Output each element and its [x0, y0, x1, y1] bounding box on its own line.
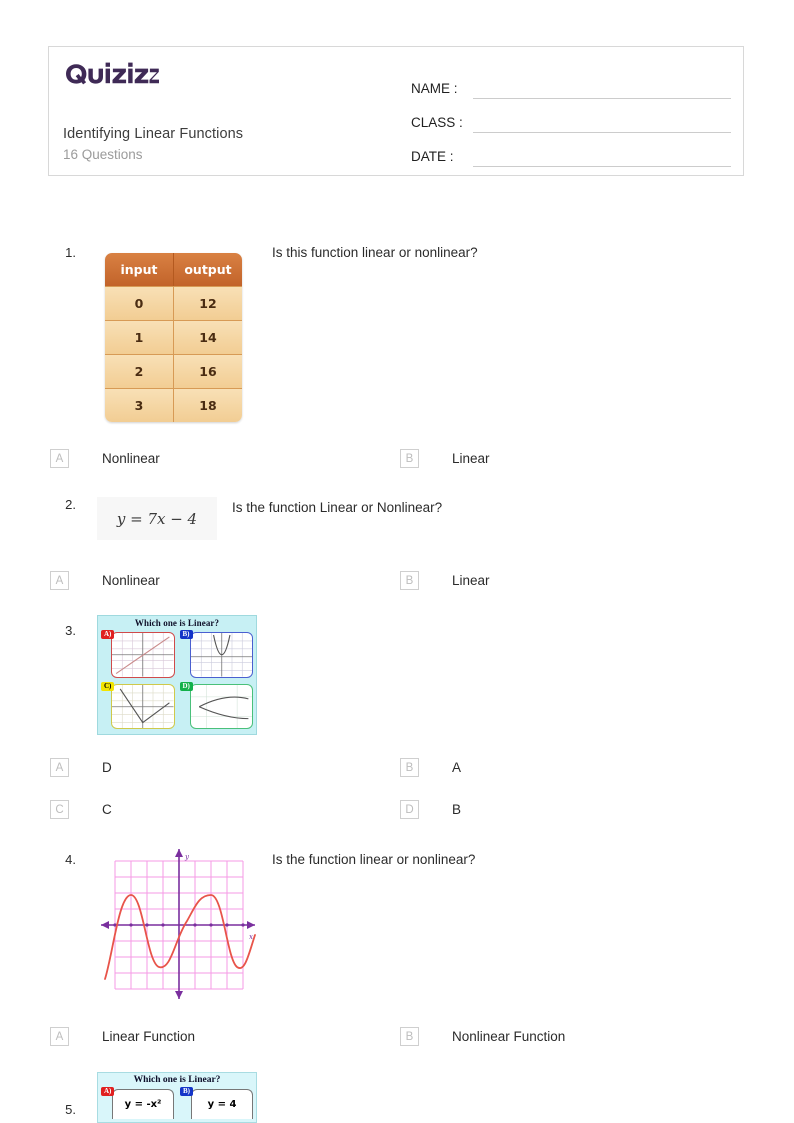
cell-input: 0: [105, 286, 174, 320]
diagonal-line-graph-icon: [111, 632, 175, 678]
equation-option-b: B) y = 4: [178, 1086, 255, 1119]
option-c[interactable]: C C: [50, 800, 112, 819]
option-badge-a: A): [101, 630, 115, 639]
graph-option-b: B): [177, 629, 255, 680]
option-letter: B: [400, 571, 419, 590]
table-row: 1 14: [105, 320, 242, 354]
graph-grid: A) B) C) D): [98, 628, 256, 732]
question-number: 1.: [65, 245, 76, 260]
option-letter: B: [400, 449, 419, 468]
table-header-row: input output: [105, 253, 242, 286]
image-title: Which one is Linear?: [134, 618, 220, 628]
equation-text-b: y = 4: [191, 1089, 253, 1119]
question-number: 4.: [65, 852, 76, 867]
option-label: B: [452, 802, 462, 817]
date-label: DATE :: [411, 149, 454, 164]
class-field-row: CLASS :: [411, 99, 731, 133]
option-letter: B: [400, 1027, 419, 1046]
image-title: Which one is Linear?: [133, 1075, 221, 1085]
cell-output: 18: [174, 388, 242, 422]
which-one-is-linear-equations-image: Which one is Linear? A) y = -x² B) y = 4: [97, 1072, 257, 1123]
question-number: 3.: [65, 623, 76, 638]
which-one-is-linear-graph-image: Which one is Linear? A) B) C) D): [97, 615, 257, 735]
option-letter: A: [50, 449, 69, 468]
v-shape-graph-icon: [111, 683, 175, 729]
cell-input: 3: [105, 388, 174, 422]
name-input[interactable]: [473, 76, 731, 99]
table-row: 2 16: [105, 354, 242, 388]
date-field-row: DATE :: [411, 133, 731, 167]
option-badge-b: B): [179, 630, 193, 639]
cell-input: 2: [105, 354, 174, 388]
option-b[interactable]: B Linear: [400, 571, 490, 590]
parabola-up-graph-icon: [189, 632, 253, 678]
date-input[interactable]: [473, 144, 731, 167]
student-info-fields: NAME : CLASS : DATE :: [411, 65, 731, 167]
option-label: Nonlinear Function: [452, 1029, 566, 1044]
option-d[interactable]: D B: [400, 800, 461, 819]
page-title: Identifying Linear Functions: [63, 126, 244, 142]
graph-option-a: A): [99, 629, 177, 680]
y-axis-label: y: [184, 853, 190, 861]
formula-image: y = 7x − 4: [97, 497, 217, 540]
option-a[interactable]: A Linear Function: [50, 1027, 195, 1046]
equation-text-a: y = -x²: [112, 1089, 174, 1119]
option-a[interactable]: A Nonlinear: [50, 449, 160, 468]
quizizz-logo: [63, 61, 159, 87]
input-output-table: input output 0 12 1 14 2 16 3 18: [105, 253, 242, 422]
option-letter: A: [50, 758, 69, 777]
equation-row: A) y = -x² B) y = 4: [98, 1085, 256, 1119]
cell-input: 1: [105, 320, 174, 354]
option-b[interactable]: B Linear: [400, 449, 490, 468]
column-header-output: output: [174, 253, 242, 286]
formula-text: y = 7x − 4: [116, 509, 198, 528]
class-input[interactable]: [473, 110, 731, 133]
x-axis-label: x: [249, 933, 253, 941]
option-label: Linear: [452, 451, 490, 466]
option-b[interactable]: B Nonlinear Function: [400, 1027, 565, 1046]
option-label: Nonlinear: [102, 573, 160, 588]
option-letter: B: [400, 758, 419, 777]
option-badge-a: A): [101, 1087, 115, 1096]
option-badge-c: C): [101, 681, 115, 691]
cell-output: 16: [174, 354, 242, 388]
sideways-parabola-graph-icon: [189, 683, 253, 729]
option-letter: A: [50, 571, 69, 590]
equation-option-a: A) y = -x²: [99, 1086, 176, 1119]
option-label: C: [102, 802, 112, 817]
class-label: CLASS :: [411, 115, 463, 130]
question-number: 2.: [65, 497, 76, 512]
option-letter: D: [400, 800, 419, 819]
option-label: Nonlinear: [102, 451, 160, 466]
option-label: A: [452, 760, 462, 775]
option-letter: C: [50, 800, 69, 819]
question-number: 5.: [65, 1102, 76, 1117]
option-label: Linear Function: [102, 1029, 196, 1044]
table-row: 3 18: [105, 388, 242, 422]
option-a[interactable]: A Nonlinear: [50, 571, 160, 590]
question-count: 16 Questions: [63, 147, 143, 162]
table-row: 0 12: [105, 286, 242, 320]
option-badge-d: D): [179, 681, 193, 691]
cell-output: 14: [174, 320, 242, 354]
option-b[interactable]: B A: [400, 758, 461, 777]
column-header-input: input: [105, 253, 174, 286]
sine-wave-graph-image: y x: [93, 843, 263, 1003]
option-badge-b: B): [180, 1087, 193, 1096]
option-label: D: [102, 760, 112, 775]
name-label: NAME :: [411, 81, 458, 96]
option-label: Linear: [452, 573, 490, 588]
worksheet-page: Identifying Linear Functions 16 Question…: [0, 0, 794, 1123]
cell-output: 12: [174, 286, 242, 320]
name-field-row: NAME :: [411, 65, 731, 99]
option-letter: A: [50, 1027, 69, 1046]
question-text: Is the function linear or nonlinear?: [272, 852, 476, 867]
worksheet-header: Identifying Linear Functions 16 Question…: [48, 46, 744, 176]
question-text: Is this function linear or nonlinear?: [272, 245, 478, 260]
graph-option-d: D): [177, 680, 255, 731]
graph-option-c: C): [99, 680, 177, 731]
option-a[interactable]: A D: [50, 758, 112, 777]
question-text: Is the function Linear or Nonlinear?: [232, 500, 443, 515]
